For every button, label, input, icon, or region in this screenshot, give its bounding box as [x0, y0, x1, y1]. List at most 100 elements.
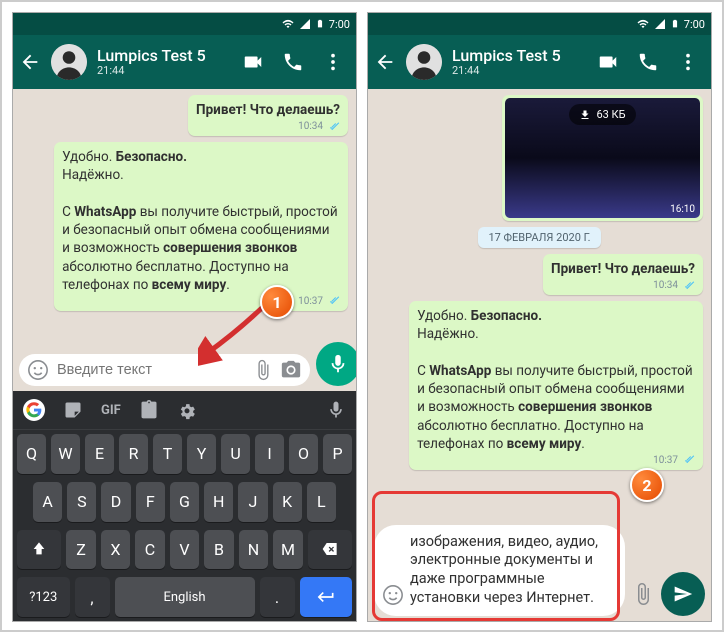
date-chip: 17 ФЕВРАЛЯ 2020 Г. [478, 227, 600, 248]
phone-right: 7:00 Lumpics Test 5 21:44 63 КБ 16:10 17… [367, 12, 712, 622]
sticker-icon[interactable] [63, 400, 83, 420]
wifi-icon [636, 18, 650, 30]
key-comma[interactable]: , [75, 577, 110, 617]
title-area[interactable]: Lumpics Test 5 21:44 [452, 47, 587, 77]
gif-button[interactable]: GIF [101, 403, 121, 418]
menu-icon[interactable] [322, 51, 344, 73]
read-icon [681, 281, 695, 291]
read-icon [681, 455, 695, 465]
key-z[interactable]: Z [66, 530, 96, 570]
key-n[interactable]: N [239, 530, 269, 570]
message-out[interactable]: Удобно. Безопасно. Надёжно. С WhatsApp в… [409, 301, 703, 470]
video-call-icon[interactable] [597, 51, 619, 73]
key-backspace[interactable] [308, 530, 352, 570]
key-o[interactable]: O [289, 434, 318, 474]
voice-call-icon[interactable] [282, 51, 304, 73]
key-m[interactable]: M [273, 530, 303, 570]
back-icon[interactable] [19, 51, 41, 73]
key-q[interactable]: Q [17, 434, 46, 474]
key-x[interactable]: X [101, 530, 131, 570]
key-v[interactable]: V [170, 530, 200, 570]
battery-icon [670, 17, 680, 31]
key-g[interactable]: G [170, 482, 199, 522]
statusbar: 7:00 [13, 13, 356, 35]
key-row-1: QWERTYUIOP [13, 430, 356, 478]
title-area[interactable]: Lumpics Test 5 21:44 [97, 47, 232, 77]
attach-icon[interactable] [631, 582, 655, 606]
header-actions [597, 51, 705, 73]
chat-area: 63 КБ 16:10 17 ФЕВРАЛЯ 2020 Г. Привет! Ч… [368, 89, 711, 520]
header-actions [242, 51, 350, 73]
key-s[interactable]: S [67, 482, 96, 522]
last-seen: 21:44 [97, 65, 232, 77]
keyboard-toolbar: GIF [13, 391, 356, 430]
contact-name: Lumpics Test 5 [452, 47, 587, 65]
key-row-4: ?123 , English . [13, 573, 356, 621]
key-r[interactable]: R [119, 434, 148, 474]
key-d[interactable]: D [101, 482, 130, 522]
step-2-badge: 2 [630, 468, 664, 502]
emoji-icon[interactable] [27, 359, 49, 381]
key-e[interactable]: E [85, 434, 114, 474]
key-a[interactable]: A [33, 482, 62, 522]
google-icon[interactable] [23, 399, 45, 421]
statusbar: 7:00 [368, 13, 711, 35]
key-f[interactable]: F [136, 482, 165, 522]
image-message[interactable]: 63 КБ 16:10 [502, 95, 703, 221]
wifi-icon [281, 18, 295, 30]
voice-call-icon[interactable] [637, 51, 659, 73]
avatar[interactable] [406, 44, 442, 80]
clipboard-icon[interactable] [139, 400, 159, 420]
camera-icon[interactable] [280, 359, 302, 381]
back-icon[interactable] [374, 51, 396, 73]
image-thumb: 63 КБ 16:10 [505, 98, 700, 218]
mic-button[interactable] [316, 342, 357, 386]
key-u[interactable]: U [221, 434, 250, 474]
send-button[interactable] [661, 572, 705, 616]
emoji-icon[interactable] [382, 584, 404, 606]
key-period[interactable]: . [260, 577, 295, 617]
input-bar [13, 337, 356, 391]
key-i[interactable]: I [255, 434, 284, 474]
keyboard[interactable]: GIF QWERTYUIOP ASDFGHJKL ZXCVBNM ?123 , … [13, 391, 356, 621]
key-y[interactable]: Y [187, 434, 216, 474]
signal-icon [299, 18, 311, 30]
input-pill[interactable]: изображения, видео, аудио, электронные д… [374, 525, 625, 616]
key-w[interactable]: W [51, 434, 80, 474]
key-enter[interactable] [300, 577, 353, 617]
key-row-2: ASDFGHJKL [13, 478, 356, 526]
message-out[interactable]: Удобно. Безопасно. Надёжно. С WhatsApp в… [54, 142, 348, 311]
read-icon [326, 296, 340, 306]
battery-icon [315, 17, 325, 31]
key-t[interactable]: T [153, 434, 182, 474]
last-seen: 21:44 [452, 65, 587, 77]
key-l[interactable]: L [307, 482, 336, 522]
contact-name: Lumpics Test 5 [97, 47, 232, 65]
video-call-icon[interactable] [242, 51, 264, 73]
status-time: 7:00 [329, 18, 350, 31]
key-c[interactable]: C [135, 530, 165, 570]
chat-header: Lumpics Test 5 21:44 [13, 35, 356, 89]
key-h[interactable]: H [204, 482, 233, 522]
signal-icon [654, 18, 666, 30]
key-space[interactable]: English [115, 577, 255, 617]
menu-icon[interactable] [677, 51, 699, 73]
key-b[interactable]: B [204, 530, 234, 570]
key-k[interactable]: K [273, 482, 302, 522]
key-shift[interactable] [17, 530, 61, 570]
avatar[interactable] [51, 44, 87, 80]
mic-icon[interactable] [326, 400, 346, 420]
message-out[interactable]: Привет! Что делаешь? 10:34 [188, 95, 348, 136]
chat-area: Привет! Что делаешь? 10:34 Удобно. Безоп… [13, 89, 356, 337]
key-symbols[interactable]: ?123 [17, 577, 70, 617]
message-input[interactable]: изображения, видео, аудио, электронные д… [410, 533, 617, 608]
input-bar: изображения, видео, аудио, электронные д… [368, 520, 711, 621]
key-p[interactable]: P [323, 434, 352, 474]
read-icon [326, 122, 340, 132]
download-pill[interactable]: 63 КБ [569, 104, 635, 125]
settings-icon[interactable] [177, 400, 197, 420]
key-j[interactable]: J [238, 482, 267, 522]
chat-header: Lumpics Test 5 21:44 [368, 35, 711, 89]
key-row-3: ZXCVBNM [13, 526, 356, 574]
message-out[interactable]: Привет! Что делаешь? 10:34 [543, 254, 703, 295]
